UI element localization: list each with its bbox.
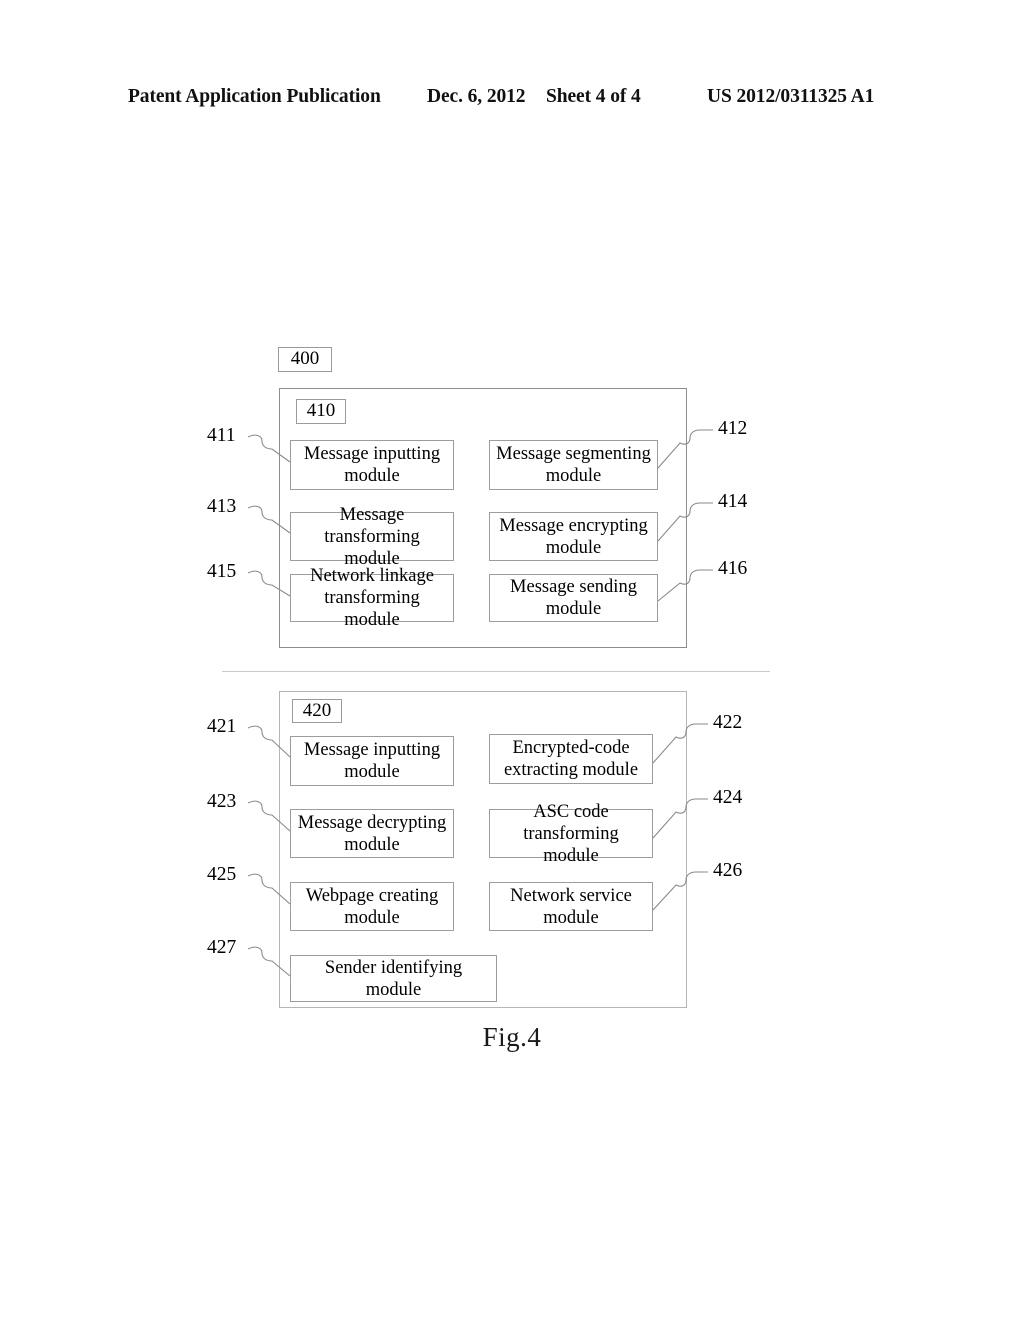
module-415[interactable]: Network linkage transforming module — [290, 566, 454, 630]
module-424[interactable]: ASC code transforming module — [489, 802, 653, 866]
patent-figure: 400 410 Message inputting module Message… — [0, 0, 1024, 1320]
module-421[interactable]: Message inputting module — [290, 736, 454, 786]
module-426[interactable]: Network service module — [489, 882, 653, 931]
ref-num-411: 411 — [207, 425, 236, 446]
ref-num-412: 412 — [718, 418, 748, 439]
module-414[interactable]: Message encrypting module — [489, 512, 658, 561]
ref-num-423: 423 — [207, 791, 237, 812]
ref-num-421: 421 — [207, 716, 237, 737]
module-411[interactable]: Message inputting module — [290, 440, 454, 490]
ref-num-424: 424 — [713, 787, 743, 808]
module-412[interactable]: Message segmenting module — [489, 440, 658, 490]
module-427[interactable]: Sender identifying module — [290, 955, 497, 1002]
ref-num-422: 422 — [713, 712, 743, 733]
system-tag-400: 400 — [278, 347, 332, 372]
section-tag-410: 410 — [296, 399, 346, 424]
module-422[interactable]: Encrypted-code extracting module — [489, 734, 653, 784]
ref-num-426: 426 — [713, 860, 743, 881]
ref-num-415: 415 — [207, 561, 237, 582]
leader-lines — [247, 429, 713, 977]
ref-num-414: 414 — [718, 491, 748, 512]
module-423[interactable]: Message decrypting module — [290, 809, 454, 858]
section-tag-420: 420 — [292, 699, 342, 723]
ref-num-425: 425 — [207, 864, 237, 885]
ref-num-413: 413 — [207, 496, 237, 517]
ref-num-427: 427 — [207, 937, 237, 958]
figure-caption: Fig.4 — [482, 1022, 542, 1052]
module-416[interactable]: Message sending module — [489, 574, 658, 622]
ref-num-416: 416 — [718, 558, 748, 579]
module-413[interactable]: Message transforming module — [290, 505, 454, 569]
module-425[interactable]: Webpage creating module — [290, 882, 454, 931]
section-divider — [222, 671, 770, 672]
